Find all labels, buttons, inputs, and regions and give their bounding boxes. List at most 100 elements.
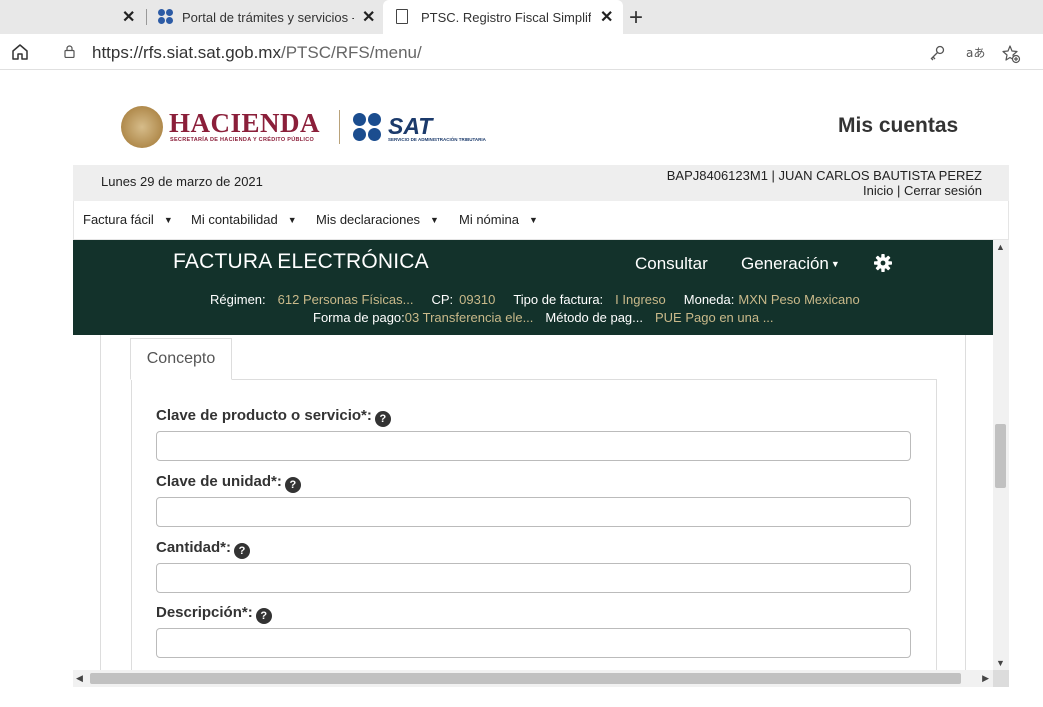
caret-down-icon: ▼ — [163, 215, 173, 225]
address-bar: https://rfs.siat.sat.gob.mx/PTSC/RFS/men… — [0, 34, 1043, 70]
scroll-left-arrow-icon[interactable]: ◀ — [76, 673, 83, 684]
user-rfc-name: BAPJ8406123M1 | JUAN CARLOS BAUTISTA PER… — [666, 168, 982, 183]
sat-logo-icon — [353, 113, 383, 143]
tab-separator — [146, 9, 147, 25]
cp-value: 09310 — [459, 292, 496, 307]
invoice-meta-row-2: Forma de pago:03 Transferencia ele... Mét… — [313, 310, 774, 325]
help-icon[interactable]: ? — [284, 477, 301, 493]
regimen-value: 612 Personas Físicas... — [277, 292, 414, 307]
menu-label: Factura fácil — [83, 212, 154, 227]
tab-close-icon[interactable]: ✕ — [122, 7, 135, 27]
scroll-down-arrow-icon[interactable]: ▼ — [996, 658, 1005, 668]
horizontal-scroll-thumb[interactable] — [90, 673, 961, 684]
home-icon[interactable] — [10, 42, 30, 62]
caret-down-icon: ▼ — [287, 215, 297, 225]
vertical-scrollbar[interactable]: ▲ ▼ — [993, 240, 1009, 670]
help-icon[interactable]: ? — [234, 543, 250, 559]
logo-divider — [339, 110, 340, 144]
gobierno-logos: HACIENDA SECRETARÍA DE HACIENDA Y CRÉDIT… — [117, 104, 497, 152]
sat-logo-text: SAT — [388, 113, 433, 139]
cantidad-label: Cantidad*:? — [156, 539, 250, 559]
menu-mi-nomina[interactable]: Mi nómina ▼ — [459, 212, 538, 227]
new-tab-button[interactable]: + — [629, 4, 643, 32]
tab-close-icon[interactable]: ✕ — [600, 7, 613, 27]
url-text: https://rfs.siat.sat.gob.mx/PTSC/RFS/men… — [92, 43, 422, 63]
menu-factura-facil[interactable]: Factura fácil ▼ — [83, 212, 173, 227]
read-aloud-icon[interactable]: aあ — [965, 44, 985, 62]
url-host: https://rfs.siat.sat.gob.mx — [92, 43, 281, 62]
factura-app-frame: FACTURA ELECTRÓNICA Consultar Generación… — [73, 240, 993, 670]
tab-title: PTSC. Registro Fiscal Simplificado — [421, 9, 591, 25]
field-label-text: Clave de producto o servicio*: — [156, 407, 372, 424]
invoice-meta-row-1: Régimen: 612 Personas Físicas... CP: 09310 T… — [210, 292, 860, 307]
field-label-text: Cantidad*: — [156, 539, 231, 556]
session-links: Inicio | Cerrar sesión — [863, 183, 982, 198]
caret-down-icon: ▼ — [430, 215, 439, 225]
tab-close-icon[interactable]: ✕ — [362, 7, 375, 27]
forma-pago-value: 03 Transferencia ele... — [404, 310, 534, 325]
browser-tab-previous[interactable]: ✕ — [0, 0, 146, 34]
document-favicon-icon — [396, 9, 408, 24]
app-header: FACTURA ELECTRÓNICA Consultar Generación… — [73, 240, 993, 335]
browser-tab-ptsc-active[interactable]: PTSC. Registro Fiscal Simplificado ✕ — [383, 0, 623, 34]
main-menu: Factura fácil ▼ Mi contabilidad ▼ Mis decl… — [73, 201, 1009, 240]
hacienda-subtitle: SECRETARÍA DE HACIENDA Y CRÉDITO PÚBLICO — [170, 137, 315, 143]
metodo-pago-value: PUE Pago en una ... — [655, 310, 774, 325]
gear-icon[interactable] — [873, 253, 893, 273]
nav-consultar[interactable]: Consultar — [635, 254, 708, 274]
current-date: Lunes 29 de marzo de 2021 — [101, 174, 263, 189]
key-icon[interactable] — [928, 44, 946, 62]
sat-subtitle: SERVICIO DE ADMINISTRACIÓN TRIBUTARIA — [388, 137, 486, 142]
concepto-content: Concepto Clave de producto o servicio*:?… — [100, 335, 966, 670]
caret-down-icon: ▼ — [830, 259, 840, 269]
horizontal-scrollbar[interactable]: ◀ ▶ — [73, 670, 993, 687]
scroll-right-arrow-icon[interactable]: ▶ — [982, 673, 989, 684]
menu-label: Mi nómina — [459, 212, 519, 227]
nav-generacion-label: Generación — [741, 254, 829, 273]
browser-tab-bar: ✕ Portal de trámites y servicios - SAT ✕… — [0, 0, 1043, 34]
descripcion-input[interactable] — [156, 628, 911, 658]
menu-label: Mis declaraciones — [316, 212, 421, 227]
inicio-link[interactable]: Inicio — [863, 183, 893, 198]
help-icon[interactable]: ? — [374, 411, 391, 427]
hacienda-logo-text: HACIENDA — [169, 108, 321, 138]
scrollbar-corner — [993, 670, 1009, 687]
moneda-value: MXN Peso Mexicano — [738, 292, 860, 307]
url-path: /PTSC/RFS/menu/ — [280, 43, 422, 62]
sat-favicon-icon — [158, 9, 174, 25]
field-label-text: Descripción*: — [156, 604, 253, 621]
field-label-text: Clave de unidad*: — [156, 473, 282, 490]
cerrar-sesion-link[interactable]: Cerrar sesión — [904, 183, 982, 198]
caret-down-icon: ▼ — [528, 215, 538, 225]
mexico-seal-icon — [121, 106, 163, 148]
menu-label: Mi contabilidad — [191, 212, 278, 227]
regimen-label: Régimen: — [210, 292, 266, 307]
metodo-pago-label: Método de pag... — [545, 310, 643, 325]
tab-concepto[interactable]: Concepto — [130, 338, 232, 380]
favorites-icon[interactable] — [1001, 44, 1021, 64]
menu-mi-contabilidad[interactable]: Mi contabilidad ▼ — [191, 212, 297, 227]
browser-tab-portal[interactable]: Portal de trámites y servicios - SAT ✕ — [150, 0, 382, 34]
tab-title: Portal de trámites y servicios - SAT — [182, 9, 354, 25]
moneda-label: Moneda: — [683, 292, 735, 307]
forma-pago-label: Forma de pago: — [313, 310, 405, 325]
lock-icon[interactable] — [64, 45, 75, 58]
tipo-factura-label: Tipo de factura: — [513, 292, 604, 307]
cantidad-input[interactable] — [156, 563, 911, 593]
menu-mis-declaraciones[interactable]: Mis declaraciones ▼ — [316, 212, 439, 227]
cp-label: CP: — [431, 292, 454, 307]
nav-generacion[interactable]: Generación ▼ — [741, 254, 840, 274]
app-title: FACTURA ELECTRÓNICA — [173, 250, 429, 273]
url-field[interactable]: https://rfs.siat.sat.gob.mx/PTSC/RFS/men… — [48, 38, 1033, 66]
svg-text:aあ: aあ — [966, 46, 985, 60]
vertical-scroll-thumb[interactable] — [995, 424, 1006, 488]
clave-unidad-input[interactable] — [156, 497, 911, 527]
clave-producto-label: Clave de producto o servicio*:? — [156, 407, 391, 427]
descripcion-label: Descripción*:? — [156, 604, 272, 624]
tipo-factura-value: I Ingreso — [615, 292, 666, 307]
scroll-up-arrow-icon[interactable]: ▲ — [996, 242, 1005, 252]
clave-unidad-label: Clave de unidad*:? — [156, 473, 301, 493]
page-title: Mis cuentas — [838, 114, 959, 137]
help-icon[interactable]: ? — [255, 608, 272, 624]
clave-producto-input[interactable] — [156, 431, 911, 461]
